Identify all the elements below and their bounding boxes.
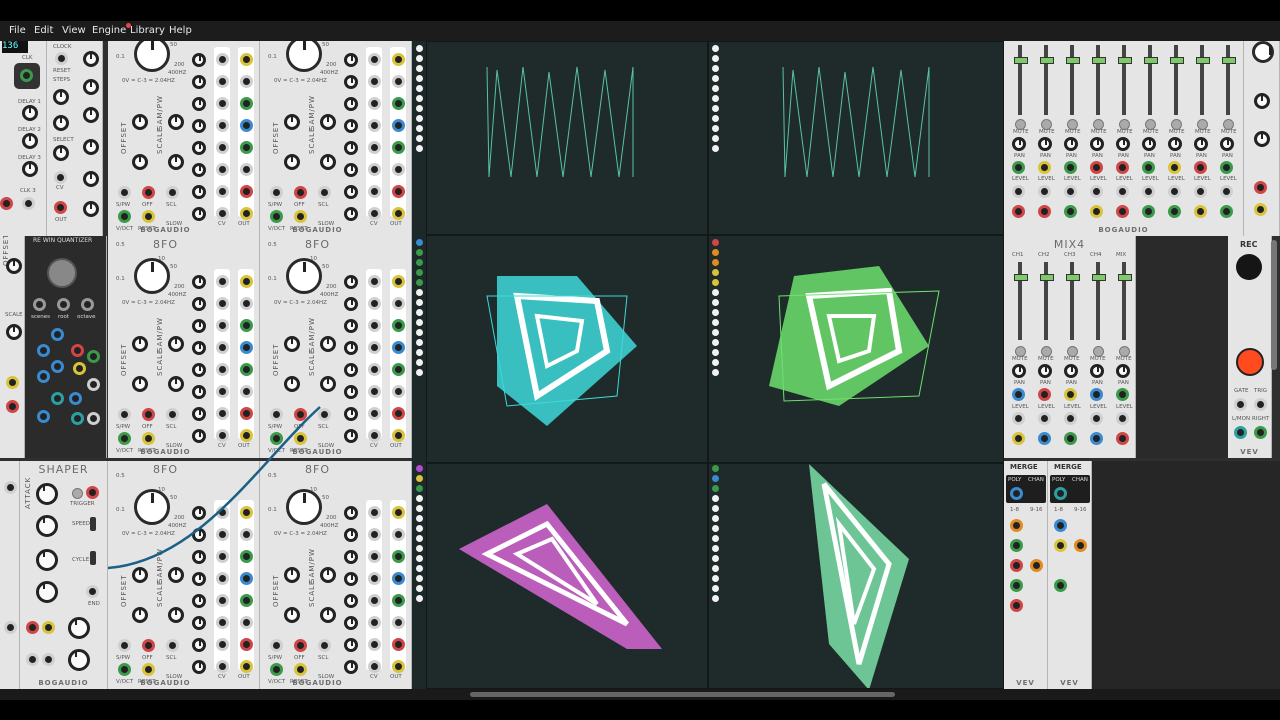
vertical-scrollbar[interactable]	[1271, 240, 1277, 370]
module-rack[interactable]: 136 CLK DELAY 1 DELAY 2 DELAY 3 CLK 3 CL…	[0, 41, 1280, 689]
menu-edit[interactable]: Edit	[34, 25, 53, 36]
horizontal-scrollbar-thumb[interactable]	[470, 692, 895, 697]
menu-help[interactable]: Help	[169, 25, 192, 36]
horizontal-scrollbar[interactable]	[0, 689, 1280, 700]
patch-cable[interactable]	[107, 406, 321, 570]
library-notification-dot-icon	[126, 23, 131, 28]
menu-library[interactable]: Library	[130, 25, 165, 36]
menu-bar: File Edit View Engine Library Help	[0, 21, 1280, 41]
patch-cable-layer	[107, 406, 321, 570]
menu-view[interactable]: View	[62, 25, 86, 36]
bottom-letterbox	[0, 700, 1280, 720]
menu-file[interactable]: File	[9, 25, 26, 36]
menu-engine[interactable]: Engine	[92, 25, 126, 36]
